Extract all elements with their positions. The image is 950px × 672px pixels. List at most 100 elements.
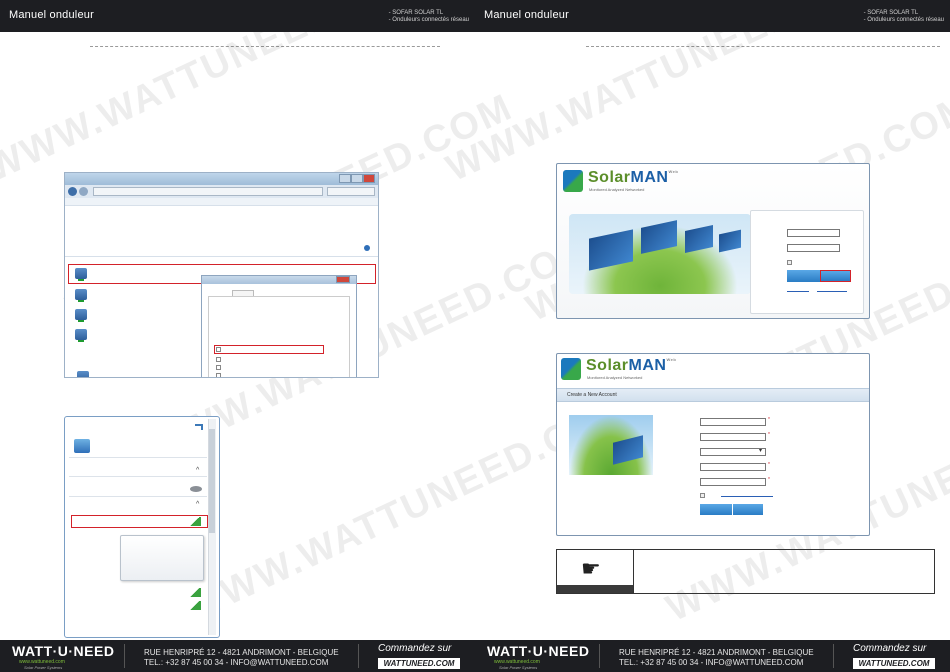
properties-dialog: [201, 275, 357, 377]
username-input[interactable]: [700, 418, 766, 426]
section-divider: [69, 496, 207, 497]
header-meta-line1: - SOFAR SOLAR TL: [388, 10, 444, 16]
dialog-close-button[interactable]: [336, 276, 350, 283]
window-titlebar: [65, 173, 378, 185]
terms-link[interactable]: [721, 496, 773, 497]
confirm-password-input[interactable]: [700, 478, 766, 486]
agree-terms-checkbox[interactable]: [700, 493, 705, 498]
network-connected-icon: [74, 439, 90, 453]
footer-address-line2: TEL.: +32 87 45 00 34 - INFO@WATTUNEED.C…: [619, 658, 804, 667]
required-marker: *: [768, 462, 770, 468]
wifi-networks-screenshot: ^ ^: [64, 416, 220, 638]
brand-web: Web: [668, 169, 679, 174]
minimize-button[interactable]: [339, 174, 351, 183]
network-adapter-icon[interactable]: [75, 309, 87, 322]
solar-panel: [685, 225, 713, 253]
header-rule-right: [586, 46, 940, 47]
footer-cta: Commandez sur: [378, 643, 452, 654]
refresh-icon[interactable]: [195, 424, 203, 430]
chevron-down-icon[interactable]: ▾: [759, 447, 762, 454]
command-bar: [65, 198, 378, 206]
note-icon-bar: [557, 585, 633, 593]
register-link[interactable]: [817, 291, 847, 292]
header-rule-left: [90, 46, 440, 47]
register-illustration: [569, 415, 653, 475]
section-divider: [69, 457, 207, 458]
required-marker: *: [768, 417, 770, 423]
scrollbar-thumb[interactable]: [209, 429, 215, 533]
network-adapter-icon[interactable]: [75, 289, 87, 302]
search-field[interactable]: [327, 187, 375, 196]
address-bar[interactable]: [93, 187, 323, 196]
wifi-signal-icon: [189, 588, 201, 597]
password-input[interactable]: [700, 463, 766, 471]
timezone-select[interactable]: [700, 448, 766, 456]
header-meta-line2: - Onduleurs connectés réseau: [863, 17, 944, 23]
solarman-tagline: Monitored Analyzed Networked: [589, 187, 645, 192]
footer-address-line2: TEL.: +32 87 45 00 34 - INFO@WATTUNEED.C…: [144, 658, 329, 667]
brand-solar: Solar: [588, 169, 631, 186]
footer-address: RUE HENRIPRÉ 12 - 4821 ANDRIMONT - BELGI…: [144, 648, 339, 668]
footer-separator: [833, 644, 834, 668]
item-checkbox[interactable]: [216, 365, 221, 370]
item-checkbox[interactable]: [216, 373, 221, 377]
header-title: Manuel onduleur: [484, 9, 569, 21]
wattuneed-slogan: Solar Power Systems: [499, 665, 538, 670]
watermark-text: WWW.WATTUNEED.COM: [0, 32, 440, 191]
network-adapter-icon[interactable]: [77, 371, 89, 377]
solar-panels-illustration: [569, 214, 751, 294]
dialog-titlebar: [202, 276, 356, 284]
help-icon[interactable]: [364, 245, 370, 251]
close-button[interactable]: [363, 174, 375, 183]
wifi-signal-icon: [189, 601, 201, 610]
solarman-login-screenshot: SolarMANWeb Monitored Analyzed Networked: [556, 163, 870, 319]
required-marker: *: [768, 477, 770, 483]
password-input[interactable]: [787, 244, 840, 252]
footer-url-button[interactable]: WATTUNEED.COM: [378, 658, 460, 669]
page-footer-right: WATT·U·NEED www.wattuneed.com Solar Powe…: [475, 640, 950, 672]
solar-panel: [613, 435, 643, 465]
wifi-signal-icon: [189, 517, 201, 526]
section-divider: [69, 476, 207, 477]
register-button[interactable]: [820, 270, 851, 282]
dialup-icon: [190, 486, 202, 492]
collapse-chevron-icon[interactable]: ^: [196, 501, 199, 508]
footer-separator: [124, 644, 125, 668]
cancel-button[interactable]: [733, 504, 763, 515]
username-input[interactable]: [787, 229, 840, 237]
back-button[interactable]: [68, 187, 77, 196]
register-heading: Create a New Account: [567, 392, 617, 398]
solarman-logo-icon: [561, 358, 581, 380]
ipv4-item-highlight: [214, 345, 324, 354]
solarman-logo-icon: [563, 170, 583, 192]
brand-man: MAN: [630, 169, 669, 186]
required-marker: *: [768, 432, 770, 438]
email-input[interactable]: [700, 433, 766, 441]
footer-address-line1: RUE HENRIPRÉ 12 - 4821 ANDRIMONT - BELGI…: [619, 648, 814, 657]
network-connections-screenshot: [64, 172, 379, 378]
forward-button[interactable]: [79, 187, 88, 196]
submit-button[interactable]: [700, 504, 732, 515]
remember-me-checkbox[interactable]: [787, 260, 792, 265]
forgot-password-link[interactable]: [787, 291, 809, 292]
pointing-hand-icon: ☛: [581, 556, 601, 581]
note-box: ☛: [556, 549, 935, 594]
wattuneed-slogan: Solar Power Systems: [24, 665, 63, 670]
header-title: Manuel onduleur: [9, 9, 94, 21]
solar-panel: [719, 229, 741, 253]
maximize-button[interactable]: [351, 174, 363, 183]
note-icon-cell: ☛: [557, 550, 634, 593]
item-checkbox[interactable]: [216, 357, 221, 362]
ipv4-checkbox[interactable]: [216, 347, 221, 352]
collapse-chevron-icon[interactable]: ^: [196, 467, 199, 474]
network-adapter-icon[interactable]: [75, 329, 87, 342]
login-button[interactable]: [787, 270, 820, 282]
brand-solar: Solar: [586, 357, 629, 374]
page-header-right: Manuel onduleur - SOFAR SOLAR TL - Ondul…: [475, 0, 950, 32]
page-footer-left: WATT·U·NEED www.wattuneed.com Solar Powe…: [0, 640, 475, 672]
footer-url-button[interactable]: WATTUNEED.COM: [853, 658, 935, 669]
login-box: [750, 210, 864, 314]
header-meta: - SOFAR SOLAR TL - Onduleurs connectés r…: [864, 10, 944, 24]
footer-address: RUE HENRIPRÉ 12 - 4821 ANDRIMONT - BELGI…: [619, 648, 814, 668]
network-adapter-icon[interactable]: [75, 268, 87, 281]
